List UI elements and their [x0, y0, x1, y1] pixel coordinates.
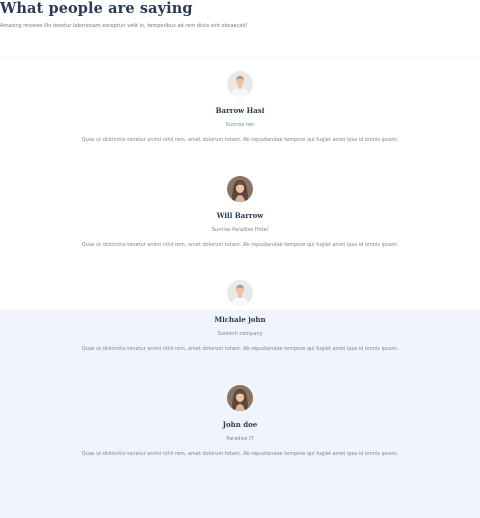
avatar-man — [227, 71, 253, 97]
testimonial-list: Barrow Hasi Sunrise ten Quas ut distinct… — [0, 71, 480, 490]
avatar-man — [227, 280, 253, 307]
testimonial-company: Paradise IT — [226, 436, 254, 443]
testimonial-name: John doe — [222, 420, 258, 430]
testimonial-name: Michale john — [214, 315, 266, 325]
section-divider — [0, 54, 480, 60]
testimonial-quote: Quas ut distinctio tenetur animi nihil r… — [81, 451, 399, 458]
avatar-woman — [227, 175, 253, 202]
testimonial-quote: Quas ut distinctio tenetur animi nihil r… — [81, 137, 399, 143]
testimonial-name: Will Barrow — [216, 210, 264, 220]
testimonial-card: John doe Paradise IT Quas ut distinctio … — [0, 385, 480, 490]
testimonials-page: What people are saying Amazing reviews i… — [0, 0, 480, 518]
testimonial-card: Michale john Suntech company Quas ut dis… — [0, 280, 480, 385]
section-header: What people are saying Amazing reviews i… — [0, 0, 480, 30]
section-title: What people are saying — [0, 0, 193, 17]
testimonial-name: Barrow Hasi — [215, 106, 265, 115]
testimonial-company: Sunrise ten — [225, 122, 255, 128]
testimonial-card: Barrow Hasi Sunrise ten Quas ut distinct… — [0, 71, 480, 176]
testimonial-company: Sunrise Paradise Hotel — [211, 226, 269, 233]
testimonial-quote: Quas ut distinctio tenetur animi nihil r… — [81, 241, 399, 248]
testimonial-card: Will Barrow Sunrise Paradise Hotel Quas … — [0, 175, 480, 281]
testimonial-company: Suntech company — [217, 331, 263, 338]
section-subtitle: Amazing reviews illo tenetur laboriosam … — [0, 23, 248, 29]
avatar-woman — [227, 385, 253, 412]
testimonial-quote: Quas ut distinctio tenetur animi nihil r… — [81, 346, 399, 353]
